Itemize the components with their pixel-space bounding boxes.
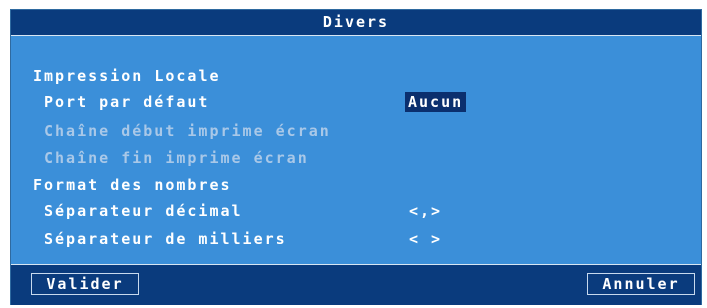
validate-button[interactable]: Valider: [31, 273, 139, 295]
print-screen-start-label: Chaîne début imprime écran: [44, 122, 331, 140]
cancel-button[interactable]: Annuler: [587, 273, 695, 295]
decimal-separator-value[interactable]: <,>: [409, 201, 442, 221]
button-bar: Valider Annuler: [11, 264, 701, 305]
divers-dialog: Divers Impression Locale Port par défaut…: [10, 9, 702, 305]
section-local-print: Impression Locale: [33, 67, 221, 85]
print-screen-end-label: Chaîne fin imprime écran: [44, 149, 309, 167]
thousands-separator-value[interactable]: < >: [409, 229, 442, 249]
section-number-format: Format des nombres: [33, 176, 232, 194]
thousands-separator-label[interactable]: Séparateur de milliers: [44, 229, 287, 249]
default-port-value[interactable]: Aucun: [405, 92, 467, 112]
decimal-separator-label[interactable]: Séparateur décimal: [44, 201, 243, 221]
default-port-label[interactable]: Port par défaut: [44, 92, 209, 112]
dialog-title: Divers: [11, 10, 701, 36]
